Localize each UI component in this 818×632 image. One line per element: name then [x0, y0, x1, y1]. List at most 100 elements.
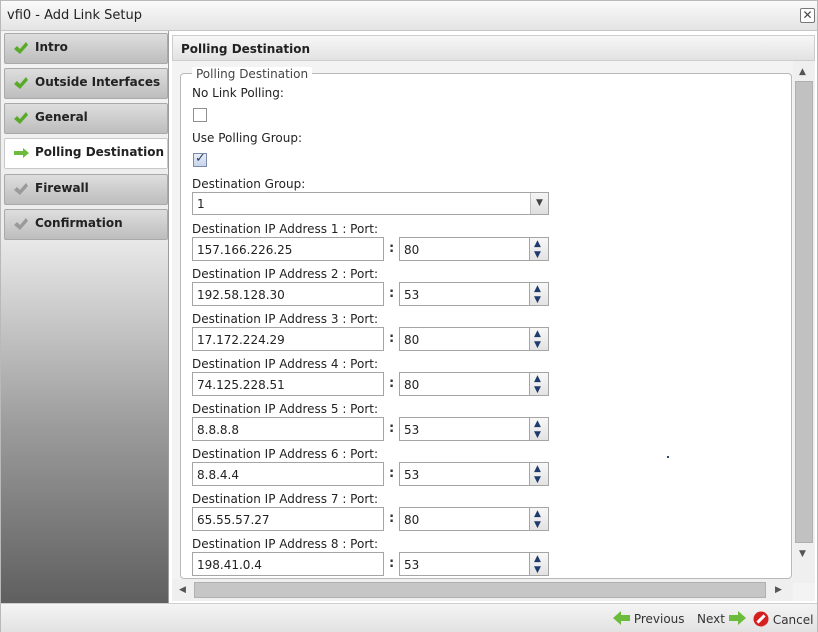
destination-ip-label: Destination IP Address 5 : Port:	[192, 402, 379, 416]
wizard-footer: Previous Next Cancel	[1, 603, 817, 632]
spin-down-icon[interactable]: ▼	[534, 520, 541, 530]
destination-port-input[interactable]: 53	[399, 417, 530, 441]
cancel-button[interactable]: Cancel	[753, 611, 813, 627]
ip-port-separator: :	[389, 511, 395, 526]
port-spinner[interactable]: ▲ ▼	[530, 552, 549, 576]
check-icon	[14, 77, 28, 89]
wizard-sidebar: Intro Outside Interfaces General Polling De…	[1, 31, 169, 603]
sidebar-item-intro[interactable]: Intro	[4, 33, 168, 64]
form-scroll-area: Polling Destination No Link Polling: Use …	[172, 61, 815, 601]
no-link-polling-checkbox[interactable]	[193, 108, 207, 122]
sidebar-item-general[interactable]: General	[4, 103, 168, 134]
destination-ip-input[interactable]: 8.8.4.4	[192, 462, 384, 486]
destination-port-input[interactable]: 53	[399, 552, 530, 576]
destination-port-input[interactable]: 53	[399, 462, 530, 486]
spin-up-icon[interactable]: ▲	[534, 509, 541, 519]
destination-port-input[interactable]: 80	[399, 372, 530, 396]
spin-up-icon[interactable]: ▲	[534, 284, 541, 294]
stray-dot	[667, 456, 669, 458]
spin-down-icon[interactable]: ▼	[534, 565, 541, 575]
destination-ip-label: Destination IP Address 3 : Port:	[192, 312, 379, 326]
no-link-polling-label: No Link Polling:	[192, 86, 284, 100]
spin-up-icon[interactable]: ▲	[534, 374, 541, 384]
vertical-scroll-thumb[interactable]	[795, 81, 813, 543]
port-spinner[interactable]: ▲ ▼	[530, 462, 549, 486]
destination-port-input[interactable]: 80	[399, 507, 530, 531]
chevron-down-icon[interactable]: ▼	[530, 193, 548, 214]
previous-label: Previous	[633, 612, 685, 626]
spin-down-icon[interactable]: ▼	[534, 430, 541, 440]
port-spinner[interactable]: ▲ ▼	[530, 282, 549, 306]
sidebar-item-label: Outside Interfaces	[35, 75, 161, 89]
arrow-right-icon	[728, 611, 746, 625]
sidebar-item-confirmation[interactable]: Confirmation	[4, 209, 168, 240]
scroll-down-icon[interactable]: ▼	[799, 549, 806, 559]
ip-port-separator: :	[389, 421, 395, 436]
port-spinner[interactable]: ▲ ▼	[530, 507, 549, 531]
ip-port-separator: :	[389, 286, 395, 301]
spin-up-icon[interactable]: ▲	[534, 239, 541, 249]
scroll-right-icon[interactable]: ▶	[775, 585, 782, 595]
destination-port-input[interactable]: 53	[399, 282, 530, 306]
cancel-icon	[753, 611, 769, 627]
scroll-left-icon[interactable]: ◀	[179, 585, 186, 595]
panel-title: Polling Destination	[181, 42, 311, 56]
destination-port-input[interactable]: 80	[399, 237, 530, 261]
spin-down-icon[interactable]: ▼	[534, 385, 541, 395]
fieldset-legend: Polling Destination	[192, 67, 313, 81]
use-polling-group-checkbox[interactable]: ✓	[193, 151, 207, 167]
port-spinner[interactable]: ▲ ▼	[530, 327, 549, 351]
spin-up-icon[interactable]: ▲	[534, 419, 541, 429]
check-icon	[14, 183, 28, 195]
check-icon	[14, 112, 28, 124]
dialog-window: vfi0 - Add Link Setup ✕ Intro Outside Int…	[0, 0, 818, 632]
destination-ip-input[interactable]: 74.125.228.51	[192, 372, 384, 396]
destination-ip-input[interactable]: 198.41.0.4	[192, 552, 384, 576]
port-spinner[interactable]: ▲ ▼	[530, 372, 549, 396]
sidebar-item-label: Intro	[35, 40, 68, 54]
destination-port-input[interactable]: 80	[399, 327, 530, 351]
next-label: Next	[697, 612, 725, 626]
spin-up-icon[interactable]: ▲	[534, 464, 541, 474]
destination-group-label: Destination Group:	[192, 177, 306, 191]
destination-ip-input[interactable]: 65.55.57.27	[192, 507, 384, 531]
ip-port-separator: :	[389, 241, 395, 256]
destination-ip-label: Destination IP Address 2 : Port:	[192, 267, 379, 281]
spin-up-icon[interactable]: ▲	[534, 329, 541, 339]
sidebar-item-firewall[interactable]: Firewall	[4, 174, 168, 205]
horizontal-scroll-thumb[interactable]	[194, 582, 766, 598]
cancel-label: Cancel	[772, 613, 814, 627]
sidebar-item-polling-destination[interactable]: Polling Destination	[4, 138, 168, 169]
use-polling-group-label: Use Polling Group:	[192, 131, 302, 145]
arrow-right-icon	[14, 148, 29, 158]
spin-down-icon[interactable]: ▼	[534, 295, 541, 305]
close-icon[interactable]: ✕	[800, 8, 815, 23]
destination-ip-input[interactable]: 17.172.224.29	[192, 327, 384, 351]
destination-ip-input[interactable]: 8.8.8.8	[192, 417, 384, 441]
spin-down-icon[interactable]: ▼	[534, 475, 541, 485]
ip-port-separator: :	[389, 466, 395, 481]
arrow-left-icon	[613, 611, 630, 625]
sidebar-item-outside-interfaces[interactable]: Outside Interfaces	[4, 68, 168, 99]
polling-destination-fieldset: Polling Destination No Link Polling: Use …	[180, 67, 792, 579]
scroll-up-icon[interactable]: ▲	[799, 67, 806, 77]
spin-up-icon[interactable]: ▲	[534, 554, 541, 564]
port-spinner[interactable]: ▲ ▼	[530, 417, 549, 441]
next-button[interactable]: Next	[697, 611, 746, 626]
spin-down-icon[interactable]: ▼	[534, 340, 541, 350]
vertical-scrollbar[interactable]: ▲ ▼	[793, 61, 815, 583]
destination-ip-label: Destination IP Address 1 : Port:	[192, 222, 379, 236]
port-spinner[interactable]: ▲ ▼	[530, 237, 549, 261]
destination-ip-label: Destination IP Address 7 : Port:	[192, 492, 379, 506]
destination-ip-input[interactable]: 192.58.128.30	[192, 282, 384, 306]
horizontal-scrollbar[interactable]: ◀ ▶	[172, 579, 793, 601]
destination-group-select[interactable]: 1 ▼	[192, 192, 549, 215]
sidebar-item-label: Confirmation	[35, 216, 123, 230]
previous-button[interactable]: Previous	[613, 611, 685, 626]
destination-ip-label: Destination IP Address 8 : Port:	[192, 537, 379, 551]
ip-port-separator: :	[389, 376, 395, 391]
destination-ip-input[interactable]: 157.166.226.25	[192, 237, 384, 261]
destination-ip-label: Destination IP Address 4 : Port:	[192, 357, 379, 371]
spin-down-icon[interactable]: ▼	[534, 250, 541, 260]
checkmark-icon: ✓	[195, 151, 206, 166]
